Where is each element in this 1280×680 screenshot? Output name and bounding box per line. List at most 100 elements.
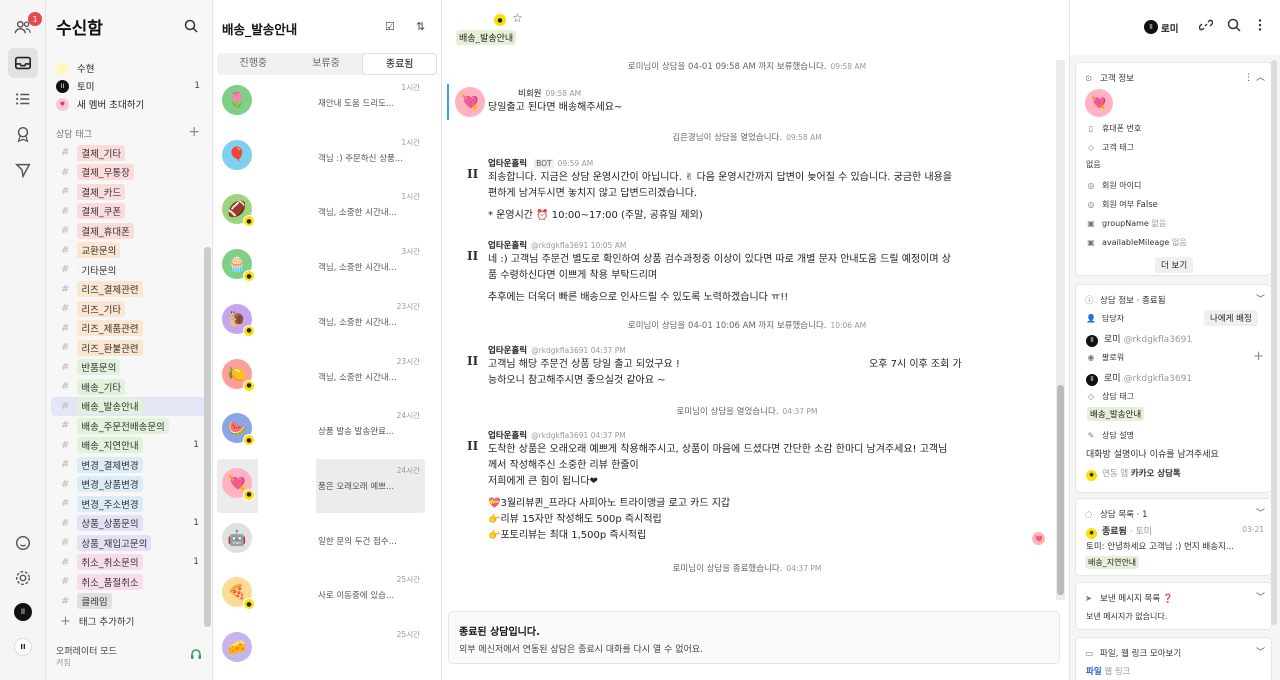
panel-scrollbar[interactable] [1271,60,1277,625]
message-meta: @rkdgkfla3691 04:37 PM [531,346,626,355]
description-input[interactable]: 대화방 설명이나 이슈를 남겨주세요 [1086,447,1219,460]
add-tag-icon[interactable]: + [188,124,200,140]
member-item[interactable]: 수현 [52,59,206,77]
tag-item[interactable]: # 배송_주문전배송문의 [51,416,209,436]
add-follower-icon[interactable]: + [1253,349,1264,364]
conversation-item[interactable]: 🤖 일한 문의 두건 접수... [217,514,425,568]
tag-item[interactable]: # 상품_재입고문의 [51,533,209,553]
card-header[interactable]: ⊙ 고객 정보 [1085,72,1134,84]
check-square-icon[interactable]: ☑ [385,20,395,33]
tag-item[interactable]: # 결제_무통장 [51,163,209,183]
search-icon[interactable] [184,19,198,33]
list-icon[interactable] [8,84,38,114]
search-icon[interactable] [1227,18,1241,32]
sidebar-scrollbar[interactable] [204,247,211,627]
assign-to-me-button[interactable]: 나에게 배정 [1204,310,1258,326]
conversation-item[interactable]: 🧁 ● 3시간 객님, 소중한 시간내... [217,240,425,294]
follower-value[interactable]: ll 로미 @rkdgkfla3691 [1086,371,1192,386]
card-header[interactable]: ▭ 파일, 웹 링크 모아보기 [1085,647,1181,659]
tag-item[interactable]: # 결제_기타 [51,143,209,163]
tag-item[interactable]: # 취소_품절취소 [51,572,209,592]
conversation-item[interactable]: 🌷 1시간 재안내 도움 드리도... [217,76,425,130]
agent-avatar[interactable]: ll [1144,20,1158,34]
link-icon[interactable] [1199,18,1213,32]
inbox-icon[interactable] [8,48,38,78]
chevron-down-icon[interactable]: ﹀ [1256,292,1265,305]
bot-label: BOT [534,159,554,168]
card-header[interactable]: ⓘ 상담 정보 · 종료됨 [1085,294,1166,306]
tab-in-progress[interactable]: 진행중 [217,53,290,75]
consult-list-item[interactable]: ● 종료됨 · 토미 [1086,524,1152,539]
chevron-down-icon[interactable]: ﹀ [1256,645,1265,658]
tag-item[interactable]: # 클레임 [51,592,209,612]
star-icon[interactable]: ☆ [512,11,523,25]
tag-list: # 결제_기타 # 결제_무통장 # 결제_카드 # 결제_쿠폰 # 결제_휴대폰 # 교환문의 # 기타… [51,143,209,611]
badge-icon[interactable] [8,119,38,149]
message-text: 고객님 해당 주문건 상품 당일 출고 되었구요 ! [488,359,680,370]
chevron-down-icon[interactable]: ﹀ [1256,506,1265,519]
conversation-item[interactable]: 🍉 ● 24시간 상품 발송 발송완료... [217,404,425,458]
add-tag-button[interactable]: + 태그 추가하기 [60,614,134,629]
card-header[interactable]: ➤ 보낸 메시지 목록 ❓ [1085,592,1173,604]
tag-item[interactable]: # 리즈_제품관련 [51,319,209,339]
pause-icon[interactable]: II [14,638,32,656]
chevron-down-icon[interactable]: ﹀ [1256,590,1265,603]
tab-closed[interactable]: 종료됨 [362,53,438,75]
tag-item[interactable]: # 리즈_환불관련 [51,338,209,358]
conversation-item[interactable]: 🍕 ● 25시간 사로 이동중에 있습... [217,568,425,622]
member-item[interactable]: II 토미 1 [52,77,206,95]
tag-item[interactable]: # 변경_주소변경 [51,494,209,514]
tag-item[interactable]: # 결제_휴대폰 [51,221,209,241]
tag-item[interactable]: # 결제_카드 [51,182,209,202]
tab-on-hold[interactable]: 보류중 [290,53,363,75]
tag-item[interactable]: # 배송_발송안내 [51,396,209,416]
card-header[interactable]: ◌ 상담 목록 · 1 [1085,508,1148,520]
tag-item[interactable]: # 배송_기타 [51,377,209,397]
chat-tag[interactable]: 배송_발송안내 [456,30,517,45]
more-button[interactable]: 더 보기 [1155,257,1194,273]
hash-icon: # [61,517,70,529]
assignee-value[interactable]: ll 로미 @rkdgkfla3691 [1086,332,1192,347]
tag-item[interactable]: # 기타문의 [51,260,209,280]
customer-avatar[interactable]: 💘 [455,87,485,117]
phone-row[interactable]: ▯ 휴대폰 번호 [1086,123,1142,134]
conversation-item[interactable]: 🎈 1시간 객님 :) 주문하신 상품... [217,131,425,185]
tag-item[interactable]: # 리즈_기타 [51,299,209,319]
support-icon[interactable] [8,528,38,558]
conversation-item[interactable]: 💘 ● 24시간 품은 오래오래 예쁘... [217,458,425,513]
group-row[interactable]: ▣ groupName 없음 [1086,218,1166,229]
gear-icon[interactable] [8,563,38,593]
conversation-item[interactable]: 🧀 25시간 [217,623,425,677]
tag-item[interactable]: # 변경_상품변경 [51,475,209,495]
tag-item[interactable]: # 리즈_결제관련 [51,280,209,300]
tag-item[interactable]: # 취소_취소문의 1 [51,553,209,573]
tag-item[interactable]: # 배송_지연안내 1 [51,436,209,456]
conversation-item[interactable]: 🍋 ● 23시간 객님, 소중한 시간내... [217,350,425,404]
more-icon[interactable] [1253,18,1267,32]
conversation-preview: 품은 오래오래 예쁘... [318,481,395,492]
help-icon[interactable]: ❓ [1163,594,1174,604]
invite-member-button[interactable]: ♥ 새 멤버 초대하기 [52,95,206,113]
member-flag-row[interactable]: ◎ 회원 여부 False [1086,199,1158,210]
chat-scrollbar[interactable] [1056,60,1065,600]
tag-item[interactable]: # 결제_쿠폰 [51,202,209,222]
customer-tag-row[interactable]: ◇ 고객 태그 [1086,142,1134,153]
tab-web-links[interactable]: 웹 링크 [1104,667,1130,677]
chat-scroll-thumb[interactable] [1057,385,1064,595]
headset-icon[interactable] [190,648,202,660]
tag-item[interactable]: # 상품_상품문의 1 [51,514,209,534]
chevron-up-icon[interactable]: ⋮ ︿ [1244,70,1265,83]
tab-files[interactable]: 파일 [1086,667,1102,677]
tag-item[interactable]: # 반품문의 [51,358,209,378]
consult-tag[interactable]: 배송_발송안내 [1087,407,1145,421]
sort-icon[interactable]: ⇅ [416,20,425,33]
tag-item[interactable]: # 변경_결제변경 [51,455,209,475]
user-avatar[interactable]: ll [14,603,32,621]
system-time: 04:37 PM [786,564,822,573]
tag-item[interactable]: # 교환문의 [51,241,209,261]
mileage-row[interactable]: ▣ availableMileage 없음 [1086,237,1186,248]
conversation-item[interactable]: 🏈 ● 1시간 객님, 소중한 시간내... [217,185,425,239]
conversation-item[interactable]: 🐌 ● 23시간 객님, 소중한 시간내... [217,295,425,349]
send-icon[interactable] [8,155,38,185]
member-id-row[interactable]: ◎ 회원 아이디 [1086,180,1142,191]
